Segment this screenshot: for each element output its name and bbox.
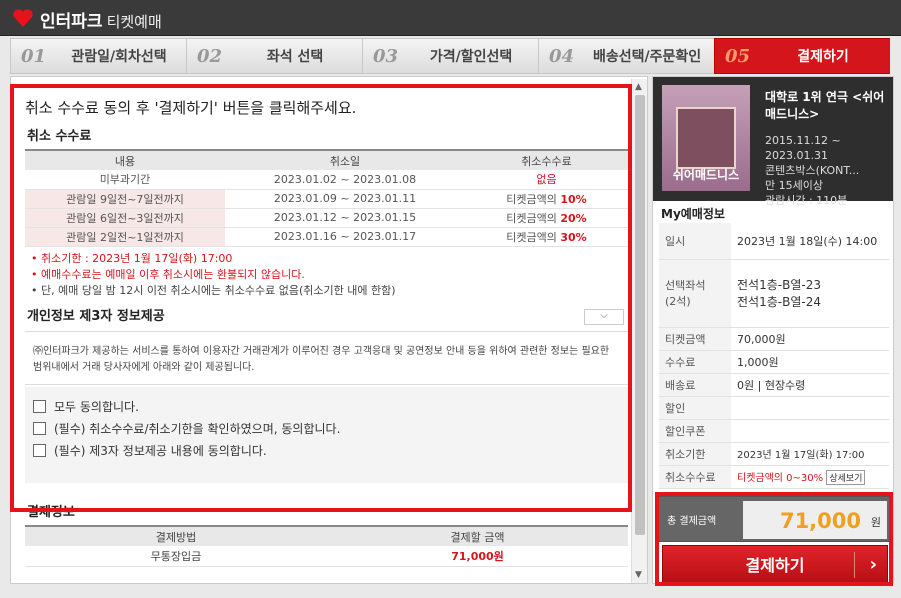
agreement-box: 모두 동의합니다. (필수) 취소수수료/취소기한을 확인하였으며, 동의합니다…	[25, 387, 628, 483]
show-title: 대학로 1위 연극 <쉬어매드니스>	[765, 90, 885, 121]
show-info: 2015.11.12 ~ 2023.01.31 콘텐츠박스(KONT... 만 …	[765, 134, 860, 207]
table-row: 일시 2023년 1월 18일(수) 14:00	[659, 223, 889, 260]
payinfo-table: 결제방법 결제할 금액 무통장입금 71,000원	[25, 525, 628, 567]
pay-button[interactable]: 결제하기 ›	[662, 545, 888, 583]
chevron-down-icon[interactable]: ⌵	[584, 309, 624, 325]
page-headline: 취소 수수료 동의 후 '결제하기' 버튼을 클릭해주세요.	[25, 99, 357, 117]
detail-button[interactable]: 상세보기	[826, 469, 866, 485]
my-booking-title: My예매정보	[661, 207, 725, 221]
privacy-text: ㈜인터파크가 제공하는 서비스를 통하여 이용자간 거래관계가 이루어진 경우 …	[25, 331, 628, 385]
table-row: 취소기한 2023년 1월 17일(화) 17:00	[659, 442, 889, 466]
table-row: 관람일 6일전~3일전까지 2023.01.12 ~ 2023.01.15 티켓…	[25, 208, 628, 228]
fee-date: 2023.01.12 ~ 2023.01.15	[225, 208, 465, 228]
cancel-notes: • 취소기한 : 2023년 1월 17일(화) 17:00 • 예매수수료는 …	[31, 251, 396, 299]
note-fee-refund: • 예매수수료는 예매일 이후 취소시에는 환불되지 않습니다.	[31, 268, 305, 281]
fee-header-content: 내용	[25, 149, 225, 170]
total-label: 총 결제금액	[667, 516, 717, 527]
fee-content: 관람일 2일전~1일전까지	[25, 227, 225, 247]
table-row: 미부과기간 2023.01.02 ~ 2023.01.08 없음	[25, 170, 628, 190]
fee-date: 2023.01.16 ~ 2023.01.17	[225, 227, 465, 247]
total-value: 71,000	[743, 501, 887, 539]
pay-amount: 71,000원	[327, 546, 628, 567]
fee-content: 관람일 6일전~3일전까지	[25, 208, 225, 228]
payment-main-panel: 취소 수수료 동의 후 '결제하기' 버튼을 클릭해주세요. 취소 수수료 내용…	[10, 76, 648, 584]
fee-date: 2023.01.09 ~ 2023.01.11	[225, 189, 465, 209]
fee-value: 티켓금액의 20%	[465, 208, 628, 228]
step-4[interactable]: 04 배송선택/주문확인	[538, 38, 714, 74]
agree-cancel-fee-checkbox[interactable]	[33, 421, 46, 435]
brand-title: 인터파크 티켓예매	[40, 12, 162, 32]
fee-header-date: 취소일	[225, 149, 465, 170]
scroll-thumb[interactable]	[635, 95, 645, 535]
table-row: 선택좌석 (2석) 전석1층-B열-23 전석1층-B열-24	[659, 259, 889, 328]
agree-all-row[interactable]: 모두 동의합니다.	[33, 395, 620, 417]
pay-header-amount: 결제할 금액	[327, 525, 628, 546]
chevron-right-icon: ›	[869, 554, 877, 575]
table-row: 티켓금액 70,000원	[659, 327, 889, 351]
fee-value: 티켓금액의 10%	[465, 189, 628, 209]
fee-header-fee: 취소수수료	[465, 149, 628, 170]
table-row: 관람일 2일전~1일전까지 2023.01.16 ~ 2023.01.17 티켓…	[25, 227, 628, 247]
step-3[interactable]: 03 가격/할인선택	[362, 38, 538, 74]
agree-cancel-fee-row[interactable]: (필수) 취소수수료/취소기한을 확인하였으며, 동의합니다.	[33, 417, 620, 439]
fee-date: 2023.01.02 ~ 2023.01.08	[225, 170, 465, 190]
pay-method: 무통장입금	[25, 546, 327, 567]
top-bar: 인터파크 티켓예매	[0, 0, 901, 36]
cancel-fee-table: 내용 취소일 취소수수료 미부과기간 2023.01.02 ~ 2023.01.…	[25, 149, 628, 247]
step-2[interactable]: 02 좌석 선택	[186, 38, 362, 74]
step-1[interactable]: 01 관람일/회차선택	[10, 38, 186, 74]
payinfo-title: 결제정보	[27, 505, 75, 520]
agree-third-party-row[interactable]: (필수) 제3자 정보제공 내용에 동의합니다.	[33, 439, 620, 461]
fee-value: 없음	[465, 170, 628, 190]
fee-content: 미부과기간	[25, 170, 225, 190]
table-row: 취소수수료 티켓금액의 0~30% 상세보기	[659, 465, 889, 489]
fee-value: 티켓금액의 30%	[465, 227, 628, 247]
table-row: 배송료 0원 | 현장수령	[659, 373, 889, 397]
note-deadline: • 취소기한 : 2023년 1월 17일(화) 17:00	[31, 252, 233, 265]
scroll-down-icon[interactable]: ▼	[635, 570, 642, 580]
table-row: 관람일 9일전~7일전까지 2023.01.09 ~ 2023.01.11 티켓…	[25, 189, 628, 209]
fee-content: 관람일 9일전~7일전까지	[25, 189, 225, 209]
table-row: 할인쿠폰	[659, 419, 889, 443]
total-unit: 원	[870, 516, 881, 529]
heart-logo-icon	[13, 9, 33, 28]
table-row: 무통장입금 71,000원	[25, 546, 628, 567]
note-same-day: • 단, 예매 당일 밤 12시 이전 취소시에는 취소수수료 없음(취소기한 …	[31, 284, 396, 297]
show-poster: 쉬어매드니스	[662, 85, 750, 191]
agree-all-checkbox[interactable]	[33, 399, 46, 413]
my-booking-table: 일시 2023년 1월 18일(수) 14:00 선택좌석 (2석) 전석1층-B열…	[659, 223, 889, 489]
cancel-fee-title: 취소 수수료	[27, 129, 92, 144]
step-tabs: 01 관람일/회차선택 02 좌석 선택 03 가격/할인선택 04 배송선택/주문확인…	[10, 38, 890, 74]
scroll-up-icon[interactable]: ▲	[635, 82, 642, 92]
scrollbar[interactable]: ▲ ▼	[631, 79, 647, 583]
total-amount-box: 총 결제금액 71,000 원	[658, 496, 890, 542]
pay-header-method: 결제방법	[25, 525, 327, 546]
step-5[interactable]: 05 결제하기	[714, 38, 890, 74]
agree-third-party-checkbox[interactable]	[33, 443, 46, 457]
table-row: 수수료 1,000원	[659, 350, 889, 374]
table-row: 할인	[659, 396, 889, 420]
privacy-title: 개인정보 제3자 정보제공	[27, 309, 165, 324]
